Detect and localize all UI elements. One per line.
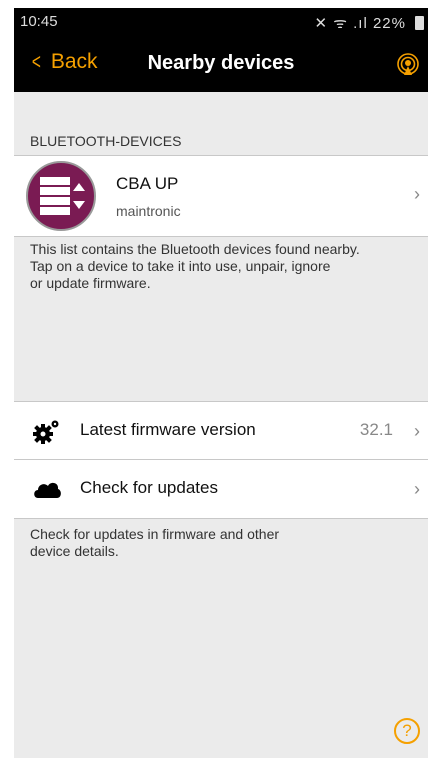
blind-controller-icon [40, 177, 85, 215]
app-screen: 10:45 ✕︎ ᯤ .ıl 22% < Back Nearby devices… [14, 8, 428, 758]
device-row[interactable]: CBA UP maintronic › [14, 155, 428, 237]
help-button[interactable]: ? [394, 718, 420, 744]
chevron-right-icon: › [414, 421, 420, 441]
gears-icon [33, 420, 59, 444]
battery-percent: 22% [372, 15, 406, 32]
device-avatar [26, 161, 96, 231]
device-manufacturer: maintronic [116, 203, 181, 219]
firmware-row[interactable]: Latest firmware version 32.1 › [14, 401, 428, 460]
page-title: Nearby devices [147, 52, 295, 74]
signal-icon: ✕︎ ᯤ .ıl [314, 15, 373, 32]
updates-help-text: Check for updates in firmware and other … [30, 526, 280, 559]
device-list-help-text: This list contains the Bluetooth devices… [30, 241, 360, 291]
section-header: BLUETOOTH-DEVICES [30, 133, 182, 149]
check-updates-label: Check for updates [80, 478, 218, 497]
status-battery-text: ✕︎ ᯤ .ıl 22% [315, 13, 406, 33]
firmware-label: Latest firmware version [80, 420, 256, 439]
check-updates-row[interactable]: Check for updates › [14, 459, 428, 519]
battery-icon [415, 16, 424, 30]
navigation-bar: < Back Nearby devices [14, 36, 428, 92]
chevron-right-icon: › [414, 184, 420, 204]
status-bar: 10:45 ✕︎ ᯤ .ıl 22% [14, 8, 428, 36]
firmware-version: 32.1 [359, 420, 393, 439]
status-time: 10:45 [20, 13, 58, 30]
device-name: CBA UP [116, 174, 179, 193]
chevron-right-icon: › [414, 479, 420, 499]
cloud-icon [34, 482, 61, 498]
broadcast-icon[interactable] [396, 53, 420, 77]
